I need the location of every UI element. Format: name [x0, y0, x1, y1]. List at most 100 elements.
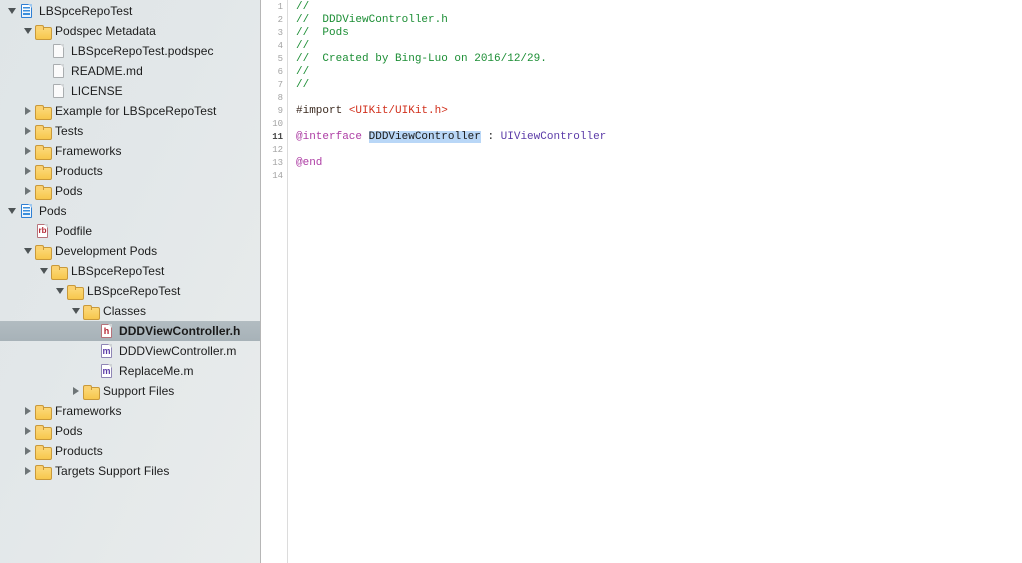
chevron-down-icon[interactable] [23, 21, 35, 41]
chevron-right-icon[interactable] [23, 401, 35, 421]
code-line[interactable] [296, 144, 1022, 157]
navigator-row[interactable]: Development Pods [0, 241, 260, 261]
chevron-down-icon[interactable] [71, 301, 83, 321]
folder-icon [83, 383, 99, 399]
navigator-row-label: LBSpceRepoTest [71, 261, 164, 281]
navigator-row-label: Pods [55, 181, 83, 201]
code-line[interactable] [296, 92, 1022, 105]
token-plain: : [481, 131, 501, 143]
code-line[interactable]: // [296, 79, 1022, 92]
navigator-row[interactable]: LBSpceRepoTest.podspec [0, 41, 260, 61]
navigator-row[interactable]: Classes [0, 301, 260, 321]
navigator-row[interactable]: mDDDViewController.m [0, 341, 260, 361]
line-number: 14 [261, 170, 287, 183]
folder-icon [35, 163, 51, 179]
xcode-project-icon [19, 203, 35, 219]
navigator-row[interactable]: LICENSE [0, 81, 260, 101]
line-number: 10 [261, 118, 287, 131]
code-line[interactable]: // [296, 66, 1022, 79]
chevron-right-icon[interactable] [23, 461, 35, 481]
navigator-row[interactable]: README.md [0, 61, 260, 81]
document-shape [53, 64, 64, 78]
navigator-row[interactable]: hDDDViewController.h [0, 321, 260, 341]
chevron-down-icon[interactable] [55, 281, 67, 301]
navigator-row[interactable]: Products [0, 161, 260, 181]
navigator-row-label: Example for LBSpceRepoTest [55, 101, 216, 121]
token-type: UIViewController [501, 131, 607, 143]
code-line[interactable]: // DDDViewController.h [296, 14, 1022, 27]
line-number-gutter: 1234567891011121314 [261, 0, 288, 563]
navigator-row[interactable]: LBSpceRepoTest [0, 261, 260, 281]
twisty-spacer [87, 361, 99, 381]
line-number: 2 [261, 14, 287, 27]
navigator-row-label: Targets Support Files [55, 461, 169, 481]
line-number: 9 [261, 105, 287, 118]
folder-icon [83, 303, 99, 319]
navigator-row[interactable]: Podspec Metadata [0, 21, 260, 41]
chevron-right-icon[interactable] [23, 161, 35, 181]
navigator-row-label: Podspec Metadata [55, 21, 156, 41]
folder-icon [51, 263, 67, 279]
chevron-right-icon[interactable] [23, 101, 35, 121]
navigator-row-label: Classes [103, 301, 146, 321]
navigator-row[interactable]: Pods [0, 201, 260, 221]
navigator-row[interactable]: Tests [0, 121, 260, 141]
token-comment: // DDDViewController.h [296, 14, 448, 26]
file-icon [51, 43, 67, 59]
chevron-right-icon[interactable] [23, 181, 35, 201]
objc-file-icon: m [99, 363, 115, 379]
code-line[interactable]: @end [296, 157, 1022, 170]
token-comment: // [296, 66, 309, 78]
folder-icon [35, 183, 51, 199]
navigator-row[interactable]: Pods [0, 421, 260, 441]
navigator-row-label: Products [55, 161, 103, 181]
chevron-down-icon[interactable] [7, 201, 19, 221]
navigator-row[interactable]: Pods [0, 181, 260, 201]
code-line[interactable]: // [296, 1, 1022, 14]
token-comment: // [296, 40, 309, 52]
folder-icon [67, 283, 83, 299]
code-line[interactable]: @interface DDDViewController : UIViewCon… [296, 131, 1022, 144]
navigator-row[interactable]: Products [0, 441, 260, 461]
token-sel: DDDViewController [369, 131, 481, 143]
folder-icon [35, 123, 51, 139]
navigator-row[interactable]: Frameworks [0, 141, 260, 161]
document-shape [53, 84, 64, 98]
code-line[interactable] [296, 118, 1022, 131]
file-type-letter: rb [37, 224, 48, 238]
navigator-row[interactable]: rb Podfile [0, 221, 260, 241]
code-line[interactable]: // [296, 40, 1022, 53]
navigator-row-label: README.md [71, 61, 143, 81]
source-editor[interactable]: 1234567891011121314 //// DDDViewControll… [261, 0, 1022, 563]
folder-icon [35, 443, 51, 459]
navigator-row[interactable]: Support Files [0, 381, 260, 401]
code-line[interactable]: // Created by Bing-Luo on 2016/12/29. [296, 53, 1022, 66]
chevron-right-icon[interactable] [23, 441, 35, 461]
navigator-row-label: Podfile [55, 221, 92, 241]
navigator-row[interactable]: Frameworks [0, 401, 260, 421]
navigator-row[interactable]: mReplaceMe.m [0, 361, 260, 381]
navigator-row-label: Frameworks [55, 141, 122, 161]
project-navigator[interactable]: LBSpceRepoTestPodspec MetadataLBSpceRepo… [0, 0, 261, 563]
navigator-row[interactable]: LBSpceRepoTest [0, 1, 260, 21]
chevron-right-icon[interactable] [23, 421, 35, 441]
chevron-down-icon[interactable] [7, 1, 19, 21]
code-line[interactable]: // Pods [296, 27, 1022, 40]
code-area[interactable]: //// DDDViewController.h// Pods//// Crea… [288, 0, 1022, 563]
chevron-down-icon[interactable] [23, 241, 35, 261]
file-type-letter: m [101, 344, 112, 358]
chevron-right-icon[interactable] [23, 141, 35, 161]
line-number: 12 [261, 144, 287, 157]
chevron-right-icon[interactable] [71, 381, 83, 401]
chevron-right-icon[interactable] [23, 121, 35, 141]
line-number: 8 [261, 92, 287, 105]
code-line[interactable]: #import <UIKit/UIKit.h> [296, 105, 1022, 118]
token-pre: #import [296, 105, 349, 117]
navigator-row[interactable]: LBSpceRepoTest [0, 281, 260, 301]
token-comment: // [296, 1, 309, 13]
code-line[interactable] [296, 170, 1022, 183]
chevron-down-icon[interactable] [39, 261, 51, 281]
navigator-row[interactable]: Targets Support Files [0, 461, 260, 481]
line-number: 11 [261, 131, 287, 144]
navigator-row[interactable]: Example for LBSpceRepoTest [0, 101, 260, 121]
